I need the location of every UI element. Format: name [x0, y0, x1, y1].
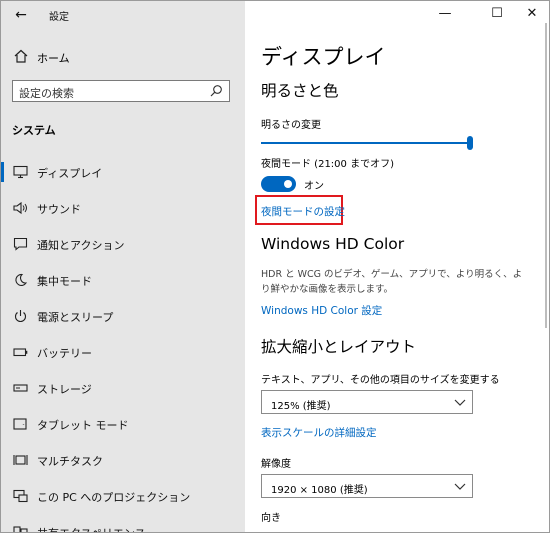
advanced-scaling-link[interactable]: 表示スケールの詳細設定: [261, 425, 377, 440]
hd-color-settings-link[interactable]: Windows HD Color 設定: [261, 303, 382, 318]
scale-dropdown[interactable]: 125% (推奨): [261, 390, 473, 414]
storage-icon: [13, 384, 28, 392]
sidebar-item-battery[interactable]: バッテリー: [1, 336, 245, 368]
resolution-value: 1920 × 1080 (推奨): [271, 485, 368, 496]
hd-color-title: Windows HD Color: [261, 235, 405, 253]
sidebar-item-projection[interactable]: この PC へのプロジェクション: [1, 480, 245, 512]
sidebar-item-label: 集中モード: [37, 275, 92, 288]
sidebar-item-label: ストレージ: [37, 383, 92, 396]
sidebar-item-label: サウンド: [37, 203, 81, 216]
sidebar-item-label: バッテリー: [37, 347, 92, 360]
resolution-dropdown[interactable]: 1920 × 1080 (推奨): [261, 474, 473, 498]
night-mode-toggle-label: オン: [304, 181, 324, 192]
speaker-icon: [13, 201, 27, 215]
slider-track: [261, 142, 467, 144]
page-title: ディスプレイ: [261, 45, 386, 69]
hd-color-description: HDR と WCG のビデオ、ゲーム、アプリで、より明るく、より鮮やかな画像を表…: [261, 269, 523, 295]
settings-search-input[interactable]: 設定の検索: [12, 80, 230, 102]
sidebar-item-storage[interactable]: ストレージ: [1, 372, 245, 404]
brightness-section-title: 明るさと色: [261, 82, 339, 100]
sidebar: ← 設定 ホーム 設定の検索 システム ディスプレイ サウンド 通知とアクション…: [1, 1, 245, 532]
night-mode-label: 夜間モード (21:00 までオフ): [261, 159, 394, 170]
night-mode-settings-link[interactable]: 夜間モードの設定: [261, 204, 345, 219]
monitor-icon: [13, 165, 28, 179]
home-link[interactable]: ホーム: [1, 45, 245, 69]
sidebar-item-multitask[interactable]: マルチタスク: [1, 444, 245, 476]
sidebar-item-label: マルチタスク: [37, 455, 103, 468]
maximize-button[interactable]: ☐: [482, 4, 512, 24]
shared-icon: [13, 526, 28, 532]
sidebar-item-label: この PC へのプロジェクション: [37, 491, 191, 504]
main-panel: — ☐ ✕ ディスプレイ 明るさと色 明るさの変更 夜間モード (21:00 ま…: [245, 1, 549, 532]
scale-section-title: 拡大縮小とレイアウト: [261, 338, 417, 356]
battery-icon: [13, 348, 28, 357]
search-icon: [210, 85, 222, 97]
resolution-label: 解像度: [261, 459, 291, 470]
sidebar-item-label: 電源とスリープ: [37, 311, 114, 324]
home-label: ホーム: [37, 52, 70, 65]
sidebar-item-label: 共有エクスペリエンス: [37, 525, 146, 532]
sidebar-item-display[interactable]: ディスプレイ: [1, 156, 245, 188]
tablet-icon: [13, 418, 27, 430]
sidebar-item-power[interactable]: 電源とスリープ: [1, 300, 245, 332]
settings-window: ← 設定 ホーム 設定の検索 システム ディスプレイ サウンド 通知とアクション…: [0, 0, 550, 533]
section-title: システム: [12, 124, 56, 137]
close-button[interactable]: ✕: [517, 4, 547, 24]
sidebar-item-tablet[interactable]: タブレット モード: [1, 408, 245, 440]
chevron-down-icon: [454, 399, 466, 406]
notification-icon: [13, 237, 28, 251]
back-button[interactable]: ←: [11, 5, 31, 25]
sidebar-item-focus[interactable]: 集中モード: [1, 264, 245, 296]
sidebar-item-label: 通知とアクション: [37, 239, 125, 252]
brightness-slider[interactable]: [261, 136, 473, 150]
search-placeholder: 設定の検索: [19, 87, 74, 100]
orientation-label: 向き: [261, 513, 281, 524]
projection-icon: [13, 489, 28, 503]
sidebar-item-shared[interactable]: 共有エクスペリエンス: [1, 516, 245, 532]
moon-icon: [15, 273, 28, 287]
scale-label: テキスト、アプリ、その他の項目のサイズを変更する: [261, 375, 500, 386]
toggle-knob: [284, 180, 292, 188]
sidebar-item-label: タブレット モード: [37, 419, 129, 432]
sidebar-item-notifications[interactable]: 通知とアクション: [1, 228, 245, 260]
home-icon: [14, 49, 28, 63]
sidebar-item-sound[interactable]: サウンド: [1, 192, 245, 224]
multitask-icon: [13, 455, 28, 465]
scale-value: 125% (推奨): [271, 401, 331, 412]
minimize-button[interactable]: —: [430, 4, 460, 24]
sidebar-item-label: ディスプレイ: [37, 167, 103, 180]
window-title: 設定: [49, 12, 69, 23]
slider-thumb[interactable]: [467, 136, 473, 150]
night-mode-toggle[interactable]: [261, 176, 296, 192]
scrollbar[interactable]: [545, 23, 547, 328]
power-icon: [15, 310, 26, 323]
chevron-down-icon: [454, 483, 466, 490]
brightness-label: 明るさの変更: [261, 120, 321, 131]
